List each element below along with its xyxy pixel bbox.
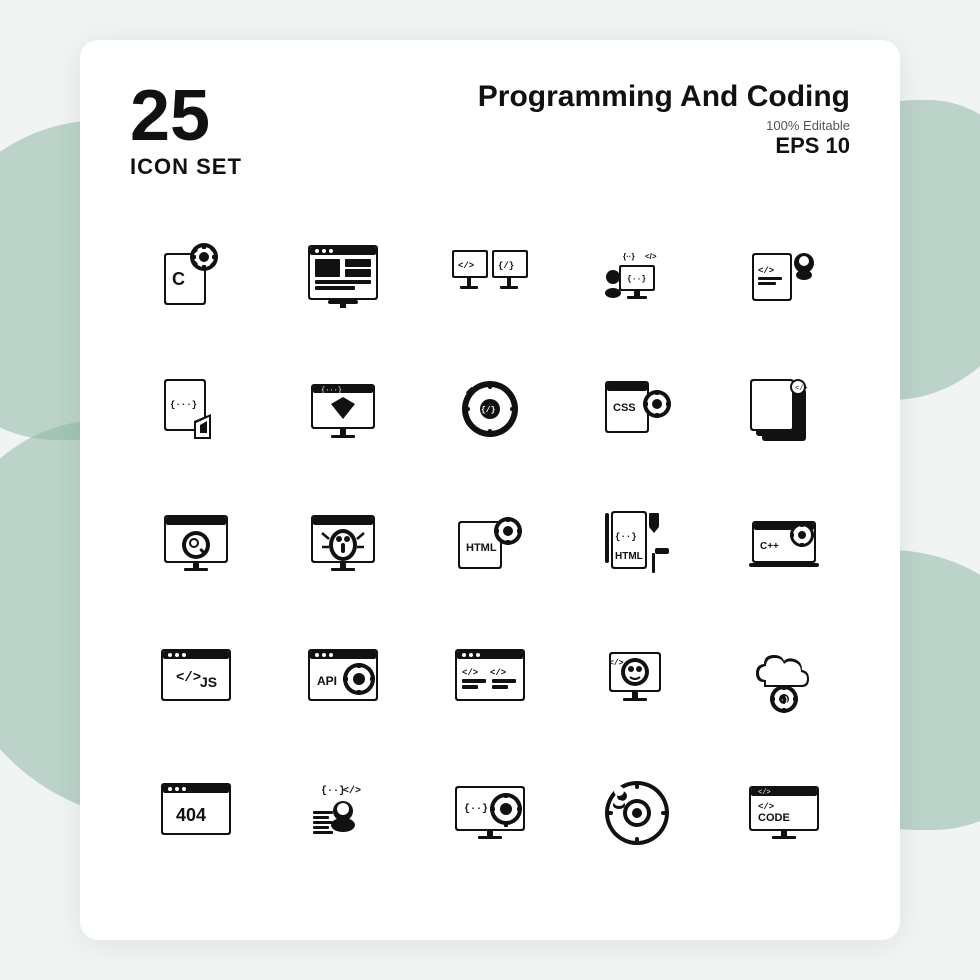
svg-text:CODE: CODE	[758, 812, 790, 824]
svg-text:</>: </>	[176, 670, 201, 686]
svg-text:</>: </>	[609, 659, 624, 668]
coder-gear-icon	[597, 771, 677, 851]
svg-text:API: API	[317, 674, 337, 688]
svg-text:HTML: HTML	[615, 551, 643, 562]
dual-monitor-icon: </> {/}	[450, 235, 530, 315]
svg-text:{··}: {··}	[321, 785, 345, 797]
header-left: 25 ICON SET	[130, 80, 242, 180]
code-review-icon: </>	[744, 235, 824, 315]
icon-html-gear: HTML	[424, 488, 555, 598]
svg-text:{/}: {/}	[481, 406, 496, 415]
icon-cpp-code: C++	[719, 488, 850, 598]
icon-api-settings: API	[277, 622, 408, 732]
html-gear-icon: HTML	[450, 503, 530, 583]
icon-cloud-settings: {·}	[719, 622, 850, 732]
html-bookmark-icon: {··} HTML	[597, 503, 677, 583]
code-monitor-icon: </> </> CODE	[744, 771, 824, 851]
icon-ruby-file: {···}	[130, 354, 261, 464]
icon-search-monitor	[130, 488, 261, 598]
eps-label: EPS 10	[478, 133, 850, 159]
icon-code-review: </>	[719, 220, 850, 330]
developer-person-icon: {··} </>	[303, 771, 383, 851]
svg-text:JS: JS	[200, 674, 217, 690]
icon-web-layout	[277, 220, 408, 330]
svg-text:</>: </>	[490, 668, 506, 678]
icon-robot-monitor: </>	[572, 622, 703, 732]
svg-text:CSS: CSS	[613, 402, 636, 414]
svg-text:{··}: {··}	[627, 275, 646, 284]
bug-monitor-icon	[303, 503, 383, 583]
svg-text:{··}: {··}	[623, 252, 635, 261]
icon-404-page: 404	[130, 756, 261, 866]
icon-monitor-gear: {··}	[424, 756, 555, 866]
svg-text:</>: </>	[758, 802, 774, 812]
icon-css-settings: CSS	[572, 354, 703, 464]
404-page-icon: 404	[156, 771, 236, 851]
icon-remote-coding: {··} {··} </>	[572, 220, 703, 330]
icons-grid: C	[130, 220, 850, 866]
icon-diamond-monitor: {···}	[277, 354, 408, 464]
svg-text:404: 404	[176, 805, 206, 825]
remote-coding-icon: {··} {··} </>	[597, 235, 677, 315]
svg-text:{/}: {/}	[498, 261, 514, 271]
svg-text:HTML: HTML	[466, 542, 497, 554]
icon-developer-person: {··} </>	[277, 756, 408, 866]
svg-text:</>: </>	[458, 261, 474, 271]
cloud-settings-icon: {·}	[744, 637, 824, 717]
collection-title: Programming And Coding	[478, 80, 850, 114]
code-gear-icon: {/}	[450, 369, 530, 449]
icon-code-layers: </>	[719, 354, 850, 464]
svg-text:{·}: {·}	[776, 697, 789, 705]
header: 25 ICON SET Programming And Coding 100% …	[130, 80, 850, 180]
web-layout-icon	[303, 235, 383, 315]
svg-text:{···}: {···}	[321, 387, 342, 395]
main-card: 25 ICON SET Programming And Coding 100% …	[80, 40, 900, 940]
svg-text:{···}: {···}	[170, 400, 197, 410]
svg-text:</>: </>	[645, 252, 657, 261]
robot-monitor-icon: </>	[597, 637, 677, 717]
svg-text:</>: </>	[795, 385, 808, 393]
c-programming-icon: C	[156, 235, 236, 315]
icon-js-browser: </> JS	[130, 622, 261, 732]
icon-bug-monitor	[277, 488, 408, 598]
icon-dual-monitor: </> {/}	[424, 220, 555, 330]
monitor-gear-icon: {··}	[450, 771, 530, 851]
code-layers-icon: </>	[744, 369, 824, 449]
svg-text:</>: </>	[758, 266, 774, 276]
svg-text:C++: C++	[760, 541, 779, 552]
diamond-monitor-icon: {···}	[303, 369, 383, 449]
icon-set-label: ICON SET	[130, 154, 242, 180]
icon-count: 25	[130, 80, 242, 152]
cpp-code-icon: C++	[744, 503, 824, 583]
svg-text:C: C	[172, 269, 185, 289]
icon-html-bookmark: {··} HTML	[572, 488, 703, 598]
icon-code-monitor: </> </> CODE	[719, 756, 850, 866]
css-settings-icon: CSS	[597, 369, 677, 449]
svg-text:</>: </>	[343, 785, 361, 797]
svg-text:</>: </>	[462, 668, 478, 678]
icon-coder-gear	[572, 756, 703, 866]
editable-label: 100% Editable	[478, 118, 850, 133]
icon-c-programming: C	[130, 220, 261, 330]
svg-text:{··}: {··}	[464, 803, 488, 815]
svg-text:{··}: {··}	[615, 532, 637, 542]
ruby-file-icon: {···}	[156, 369, 236, 449]
js-browser-icon: </> JS	[156, 637, 236, 717]
header-right: Programming And Coding 100% Editable EPS…	[478, 80, 850, 159]
search-monitor-icon	[156, 503, 236, 583]
api-settings-icon: API	[303, 637, 383, 717]
icon-code-browser: </> </>	[424, 622, 555, 732]
icon-code-gear: {/}	[424, 354, 555, 464]
svg-text:</>: </>	[758, 789, 771, 797]
code-browser-icon: </> </>	[450, 637, 530, 717]
